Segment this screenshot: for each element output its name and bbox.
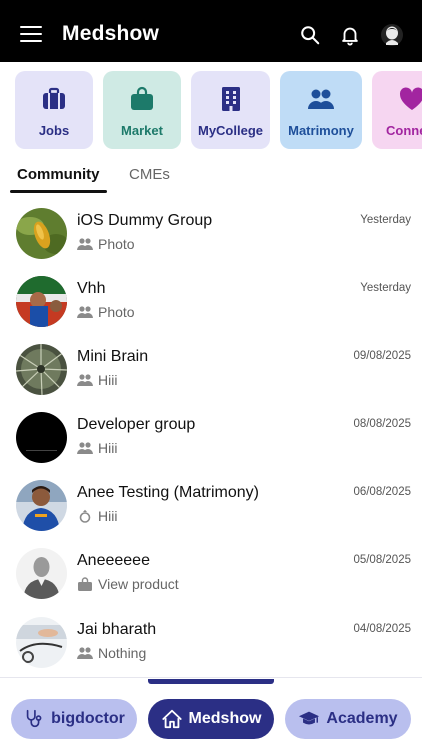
chat-timestamp: Yesterday <box>360 282 411 294</box>
chat-preview: Hiii <box>77 372 117 388</box>
nav-medshow-button[interactable]: Medshow <box>148 699 274 739</box>
chat-preview-text: Photo <box>98 236 135 252</box>
chat-preview-text: View product <box>98 576 179 592</box>
chat-preview-text: Hiii <box>98 508 118 524</box>
chat-preview: Nothing <box>77 645 146 661</box>
category-label: Matrimony <box>288 123 354 138</box>
chat-timestamp: 08/08/2025 <box>353 418 411 430</box>
chat-preview-text: Photo <box>98 304 135 320</box>
chat-title: iOS Dummy Group <box>77 212 213 229</box>
group-icon <box>77 238 93 250</box>
app-header: Medshow <box>0 0 422 62</box>
nav-bigdoctor-button[interactable]: bigdoctor <box>11 699 137 739</box>
chat-preview: Hiii <box>77 440 117 456</box>
chat-preview: Photo <box>77 236 135 252</box>
chat-title: Jai bharath <box>77 621 157 638</box>
tab-bar: Community CMEs <box>0 160 422 196</box>
category-strip: Jobs Market MyCollege Matrimony Connect <box>0 62 422 158</box>
bottom-divider <box>0 677 422 678</box>
category-matrimony[interactable]: Matrimony <box>280 71 362 149</box>
briefcase-icon <box>43 87 65 109</box>
profile-icon[interactable] <box>380 23 404 47</box>
avatar <box>16 617 67 668</box>
avatar <box>16 276 67 327</box>
building-icon <box>221 87 240 111</box>
chat-title: Vhh <box>77 280 106 297</box>
shopping-bag-icon <box>131 86 153 110</box>
chat-row[interactable]: iOS Dummy Group Photo Yesterday <box>0 199 422 267</box>
chat-preview-text: Nothing <box>98 645 147 661</box>
chat-timestamp: Yesterday <box>360 214 411 226</box>
hamburger-menu-icon[interactable] <box>20 26 42 42</box>
shop-icon <box>78 577 92 591</box>
chat-preview-text: Hiii <box>98 440 118 456</box>
tab-community[interactable]: Community <box>17 166 100 183</box>
chat-row[interactable]: Aneeeeee View product 05/08/2025 <box>0 539 422 607</box>
group-icon <box>77 306 93 318</box>
chat-timestamp: 06/08/2025 <box>353 486 411 498</box>
home-icon <box>161 709 182 729</box>
ring-icon <box>79 509 91 523</box>
search-icon[interactable] <box>299 24 321 46</box>
stethoscope-icon <box>26 709 42 728</box>
chat-row[interactable]: Mini Brain Hiii 09/08/2025 <box>0 335 422 403</box>
chat-title: Developer group <box>77 416 196 433</box>
category-mycollege[interactable]: MyCollege <box>191 71 270 149</box>
chat-preview: Hiii <box>77 508 117 524</box>
category-label: Jobs <box>38 123 70 138</box>
chat-timestamp: 09/08/2025 <box>353 350 411 362</box>
chat-preview: View product <box>77 576 179 592</box>
chat-row[interactable]: Developer group Hiii 08/08/2025 <box>0 403 422 471</box>
avatar <box>16 208 67 259</box>
nav-label: Academy <box>326 710 398 727</box>
heart-icon <box>399 87 422 110</box>
chat-preview-text: Hiii <box>98 372 118 388</box>
avatar <box>16 548 67 599</box>
people-icon <box>308 89 334 109</box>
group-icon <box>77 442 93 454</box>
chat-title: Anee Testing (Matrimony) <box>77 484 259 501</box>
nav-label: bigdoctor <box>51 710 125 727</box>
nav-academy-button[interactable]: Academy <box>285 699 411 739</box>
active-nav-indicator <box>148 679 274 684</box>
active-tab-indicator <box>10 190 107 193</box>
chat-timestamp: 05/08/2025 <box>353 554 411 566</box>
category-label: MyCollege <box>197 123 263 138</box>
chat-row[interactable]: Anee Testing (Matrimony) Hiii 06/08/2025 <box>0 471 422 539</box>
chat-row[interactable]: Vhh Photo Yesterday <box>0 267 422 335</box>
nav-label: Medshow <box>188 710 262 727</box>
chat-timestamp: 04/08/2025 <box>353 623 411 635</box>
chat-preview: Photo <box>77 304 135 320</box>
bell-icon[interactable] <box>339 24 361 46</box>
chat-list: iOS Dummy Group Photo Yesterday Vhh Phot… <box>0 199 422 677</box>
category-market[interactable]: Market <box>103 71 181 149</box>
group-icon <box>77 647 93 659</box>
graduation-cap-icon <box>299 711 320 725</box>
chat-row[interactable]: Jai bharath Nothing 04/08/2025 <box>0 608 422 676</box>
avatar <box>16 412 67 463</box>
chat-title: Mini Brain <box>77 348 149 365</box>
chat-title: Aneeeeee <box>77 552 150 569</box>
group-icon <box>77 374 93 386</box>
avatar <box>16 344 67 395</box>
app-title: Medshow <box>62 22 160 45</box>
category-connect[interactable]: Connect <box>372 71 422 149</box>
category-jobs[interactable]: Jobs <box>15 71 93 149</box>
category-label: Connect <box>386 123 422 138</box>
avatar <box>16 480 67 531</box>
category-label: Market <box>121 123 163 138</box>
tab-cmes[interactable]: CMEs <box>129 166 170 183</box>
